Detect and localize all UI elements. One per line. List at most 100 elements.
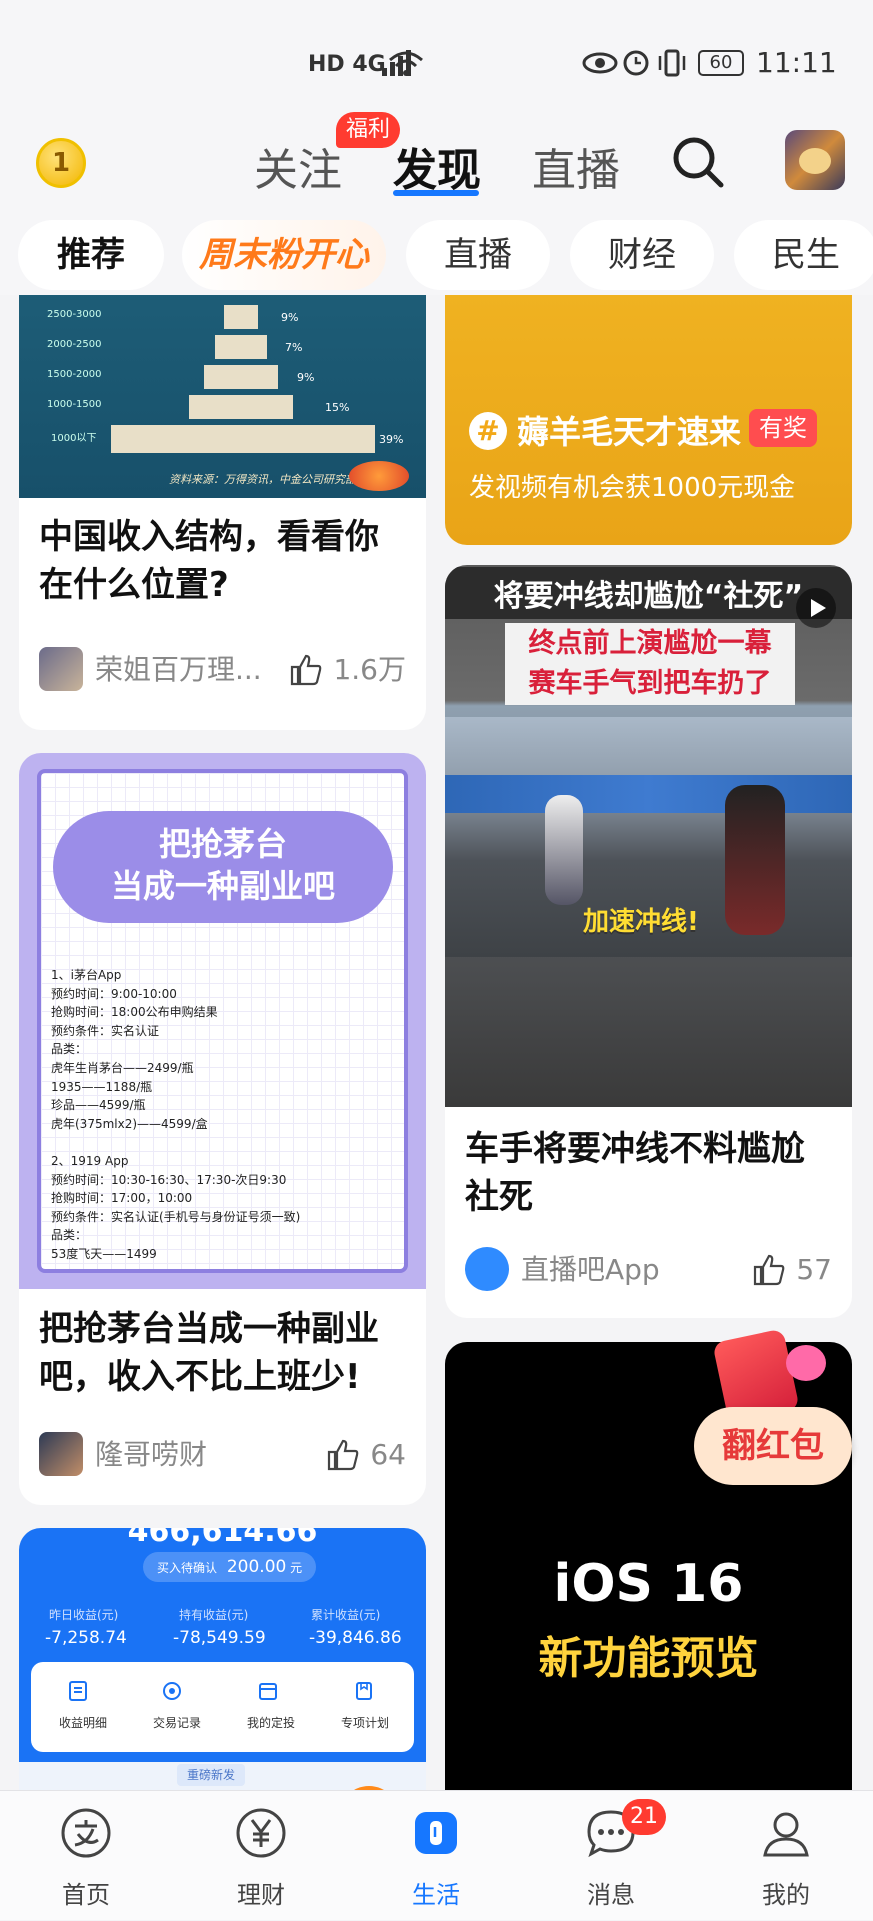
chip-weekend-promo[interactable]: 周末粉开心 [182, 220, 386, 290]
promo-title[interactable]: 薅羊毛天才速来 [517, 407, 741, 453]
chip-recommend[interactable]: 推荐 [18, 220, 164, 290]
discover-feed: 2500-3000 2000-2500 1500-2000 1000-1500 … [0, 295, 873, 1790]
person-icon [763, 1812, 809, 1857]
tabbar-label: 消息 [587, 1881, 635, 1909]
tabbar-label: 生活 [412, 1881, 460, 1909]
stat-label: 持有收益(元) [179, 1608, 249, 1622]
info-line: 预约时间：10:30-16:30、17:30-次日9:30 [51, 1172, 287, 1187]
heart-icon [786, 1345, 826, 1381]
card-meta: 荣姐百万理... 1.6万 [39, 645, 406, 695]
card-title[interactable]: 中国收入结构，看看你在什么位置? [39, 513, 406, 609]
tab-discover[interactable]: 发现 [393, 134, 481, 198]
tabbar-life[interactable]: 生活 [366, 1791, 506, 1921]
info-line: 品类： [51, 1042, 88, 1057]
card-meta: 隆哥唠财 64 [39, 1430, 406, 1480]
tab-follow[interactable]: 关注 [254, 134, 342, 198]
pending-value: 200.00 [226, 1557, 287, 1577]
home-alipay-icon [61, 1808, 111, 1858]
info-line: 预约时间：9:00-10:00 [51, 986, 177, 1001]
pyramid-bar [215, 335, 267, 359]
flip-hongbao-button[interactable]: 翻红包 [694, 1407, 852, 1485]
statement-icon [69, 1681, 87, 1701]
bottom-tabbar: 首页 理财 生活 消息 21 我的 [0, 1790, 873, 1920]
tab-live[interactable]: 直播 [532, 134, 620, 198]
feed-card-maotai[interactable]: 把抢茅台 当成一种副业吧 1、i茅台App 预约时间：9:00-10:00 抢购… [19, 753, 426, 1505]
feed-card-income[interactable]: 2500-3000 2000-2500 1500-2000 1000-1500 … [19, 295, 426, 730]
status-bar: HD 4G 60 11:11 [0, 0, 873, 120]
level-coin-icon[interactable]: 1 [36, 138, 86, 188]
chart-pct: 9% [297, 371, 315, 384]
calendar-icon [259, 1683, 277, 1700]
card-title[interactable]: 车手将要冲线不料尴尬社死 [465, 1125, 832, 1221]
category-chips: 推荐 周末粉开心 直播 财经 民生 [0, 215, 873, 295]
pyramid-bar [224, 305, 258, 329]
maotai-info: 1、i茅台App 预约时间：9:00-10:00 抢购时间：18:00公布申购结… [51, 966, 300, 1264]
feed-card-cycling[interactable]: 将要冲线却尴尬“社死” 终点前上演尴尬一幕 赛车手气到把车扔了 加速冲线! 车手… [445, 565, 852, 1318]
play-icon[interactable] [795, 587, 837, 629]
promo-subtitle[interactable]: 发视频有机会获1000元现金 [469, 467, 795, 504]
plan-icon [356, 1682, 372, 1700]
chip-livelihood[interactable]: 民生 [734, 220, 873, 290]
chip-live[interactable]: 直播 [406, 220, 550, 290]
author-avatar[interactable] [465, 1247, 509, 1291]
like-button[interactable]: 57 [752, 1245, 832, 1295]
author-name[interactable]: 隆哥唠财 [95, 1430, 207, 1480]
video-caption: 赛车手气到把车扔了 [505, 663, 795, 705]
tabbar-label: 我的 [762, 1881, 810, 1909]
info-line: 虎年生肖茅台——2499/瓶 [51, 1060, 194, 1075]
new-tag: 重磅新发 [177, 1764, 246, 1786]
info-line: 1935——1188/瓶 [51, 1079, 153, 1094]
chart-pct: 39% [379, 433, 404, 446]
tabbar-wealth[interactable]: 理财 [191, 1791, 331, 1921]
pyramid-bar [189, 395, 293, 419]
finance-action: 收益明细 [58, 1716, 107, 1730]
thumb-up-icon [291, 654, 322, 686]
video-caption: 将要冲线却尴尬“社死” [445, 567, 852, 619]
info-line: 珍品——4599/瓶 [51, 1098, 146, 1113]
info-line: 预约条件：实名认证(手机号与身份证号须一致) [51, 1209, 301, 1224]
welfare-badge[interactable]: 福利 [336, 112, 401, 148]
feed-card-finance[interactable]: 466,614.66 买入待确认 200.00 元 昨日收益(元) 持有收益(元… [19, 1528, 426, 1790]
finance-image: 466,614.66 买入待确认 200.00 元 昨日收益(元) 持有收益(元… [19, 1528, 426, 1790]
card-title[interactable]: 把抢茅台当成一种副业吧，收入不比上班少! [39, 1305, 406, 1401]
stat-label: 昨日收益(元) [49, 1608, 119, 1622]
cyclist-shape [725, 785, 785, 935]
tabbar-me[interactable]: 我的 [716, 1791, 856, 1921]
like-count: 57 [796, 1253, 832, 1286]
banner-line: 把抢茅台 [158, 825, 287, 863]
info-line: 抢购时间：17:00，10:00 [51, 1191, 193, 1206]
video-caption: 加速冲线! [583, 907, 699, 937]
thumb-up-icon [754, 1254, 785, 1286]
author-name[interactable]: 荣姐百万理... [95, 645, 262, 695]
author-avatar[interactable] [39, 647, 83, 691]
pending-unit: 元 [290, 1561, 303, 1575]
info-line: 品类： [51, 1228, 88, 1243]
hashtag-icon: # [469, 412, 507, 450]
chip-finance[interactable]: 财经 [570, 220, 714, 290]
finance-action: 专项计划 [340, 1716, 389, 1730]
feed-card-promo[interactable]: # 薅羊毛天才速来 有奖 发视频有机会获1000元现金 [445, 295, 852, 545]
chart-row-label: 1000以下 [51, 433, 97, 444]
video-title-line: 新功能预览 [538, 1633, 759, 1684]
tabbar-home[interactable]: 首页 [16, 1791, 156, 1921]
wifi-icon [389, 51, 423, 76]
life-icon [415, 1812, 457, 1854]
like-button[interactable]: 64 [326, 1430, 406, 1480]
info-line [51, 1133, 300, 1152]
thumb-up-icon [328, 1439, 359, 1471]
top-header: 1 关注 发现 直播 福利 [0, 110, 873, 220]
info-line: 预约条件：实名认证 [51, 1023, 160, 1038]
pending-label: 买入待确认 [157, 1561, 218, 1575]
yuan-icon [236, 1808, 286, 1858]
info-line: 2、1919 App [51, 1153, 129, 1168]
video-title-line: iOS 16 [553, 1554, 744, 1614]
like-count: 1.6万 [333, 653, 406, 686]
author-name[interactable]: 直播吧App [521, 1245, 660, 1295]
author-avatar[interactable] [39, 1432, 83, 1476]
chart-row-label: 2000-2500 [47, 339, 102, 350]
user-avatar[interactable] [785, 130, 845, 190]
search-icon[interactable] [670, 134, 726, 190]
battery-icon: 60 [698, 50, 744, 76]
video-caption: 终点前上演尴尬一幕 [505, 623, 795, 665]
like-button[interactable]: 1.6万 [289, 645, 406, 695]
